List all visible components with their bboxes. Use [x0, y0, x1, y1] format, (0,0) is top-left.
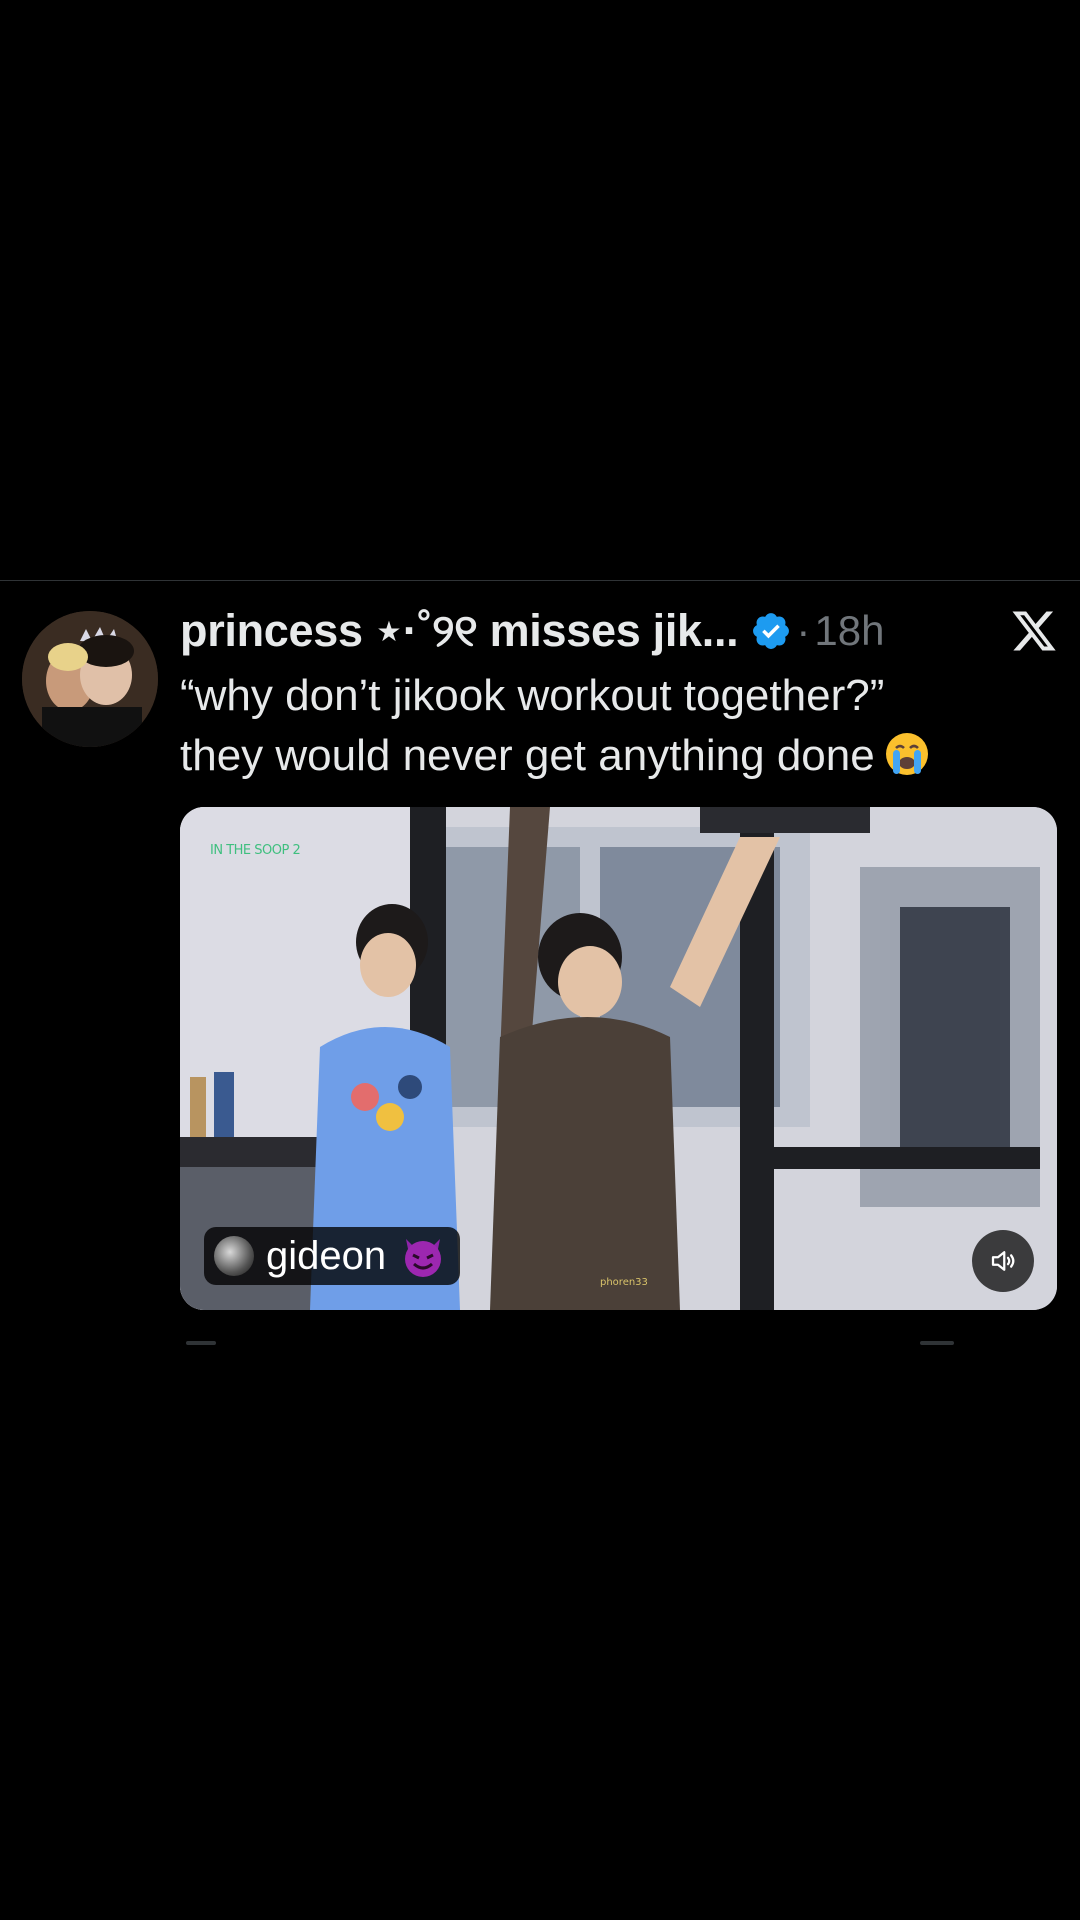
show-logo-text: IN THE SOOP 2: [210, 843, 301, 858]
tweet[interactable]: princess ⋆·˚୨୧ misses jik... · 18h “why …: [0, 581, 1080, 1345]
tweet-text: “why don’t jikook workout together?” the…: [180, 666, 1060, 786]
mute-toggle-button[interactable]: [972, 1230, 1034, 1292]
badge-avatar: [214, 1236, 254, 1276]
action-hint-right: [920, 1341, 954, 1345]
verified-badge-icon: [753, 613, 790, 649]
separator-dot: ·: [796, 607, 811, 654]
timestamp[interactable]: 18h: [814, 607, 884, 655]
crying-face-icon: [885, 733, 928, 775]
tweet-header: princess ⋆·˚୨୧ misses jik... · 18h: [180, 603, 884, 659]
show-logo: IN THE SOOP 2: [210, 837, 306, 881]
tweet-text-line-2: they would never get anything done: [180, 731, 875, 780]
video-watermark: phoren33: [600, 1277, 648, 1288]
x-logo-icon[interactable]: [1010, 607, 1058, 655]
video-media[interactable]: IN THE SOOP 2 phoren33 gideon: [180, 807, 1057, 1310]
display-name[interactable]: princess ⋆·˚୨୧ misses jik...: [180, 604, 739, 658]
tweet-text-line-1: “why don’t jikook workout together?”: [180, 671, 885, 720]
avatar-image: [22, 611, 158, 747]
speaker-icon: [991, 1251, 1015, 1271]
action-hint-left: [186, 1341, 216, 1345]
devil-emoji-icon: [405, 1239, 442, 1277]
video-user-badge[interactable]: gideon: [204, 1227, 461, 1285]
profile-avatar[interactable]: [22, 611, 158, 747]
tweet-text-line-2-wrap: they would never get anything done: [180, 726, 1060, 786]
badge-name: gideon: [266, 1233, 387, 1278]
